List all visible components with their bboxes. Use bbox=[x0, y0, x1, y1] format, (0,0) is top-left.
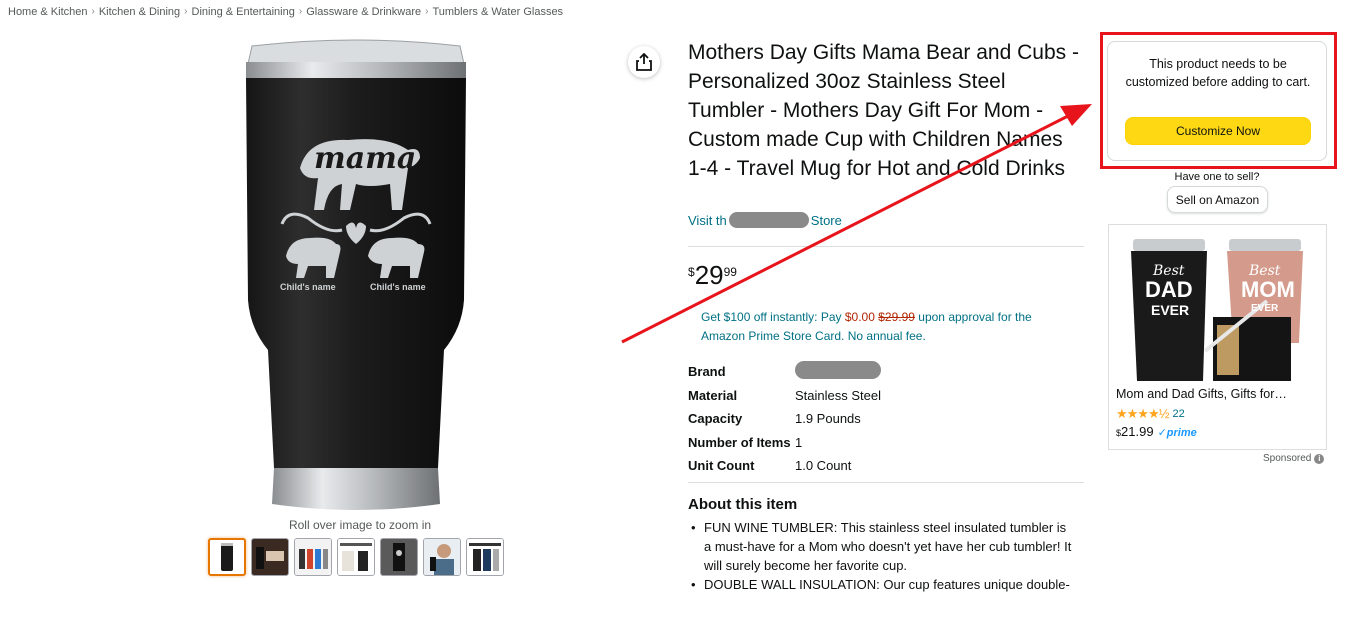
promo-strike-amount: $29.99 bbox=[878, 310, 915, 324]
breadcrumb-item[interactable]: Glassware & Drinkware bbox=[306, 6, 421, 18]
spec-key: Brand bbox=[688, 364, 726, 380]
prime-badge-icon: ✓prime bbox=[1157, 427, 1197, 439]
breadcrumb-item[interactable]: Dining & Entertaining bbox=[192, 6, 295, 18]
store-link-suffix: Store bbox=[810, 212, 842, 228]
price-symbol: $ bbox=[688, 265, 695, 279]
child-name-label: Child's name bbox=[280, 282, 336, 292]
redacted-brand bbox=[795, 361, 881, 380]
spec-key: Material bbox=[688, 387, 738, 403]
star-rating-icon: ★★★★½ bbox=[1116, 406, 1169, 421]
ad-title[interactable]: Mom and Dad Gifts, Gifts for… bbox=[1116, 387, 1321, 401]
spec-row: Unit Count 1.0 Count bbox=[688, 454, 881, 478]
thumbnail-image[interactable] bbox=[337, 538, 375, 576]
thumbnail-image[interactable] bbox=[380, 538, 418, 576]
breadcrumb-item[interactable]: Home & Kitchen bbox=[8, 6, 87, 18]
info-icon[interactable]: i bbox=[1314, 453, 1325, 464]
ad-image-text: EVER bbox=[1151, 302, 1189, 318]
main-product-image[interactable]: mama Child's name Child's name bbox=[238, 38, 474, 516]
spec-value bbox=[795, 361, 881, 382]
thumbnail-image[interactable] bbox=[251, 538, 289, 576]
spec-key: Capacity bbox=[688, 411, 743, 427]
breadcrumb-separator: › bbox=[91, 6, 95, 17]
breadcrumb-separator: › bbox=[184, 6, 188, 17]
breadcrumb-separator: › bbox=[425, 6, 429, 17]
about-list: FUN WINE TUMBLER: This stainless steel i… bbox=[688, 518, 1073, 594]
product-title: Mothers Day Gifts Mama Bear and Cubs - P… bbox=[688, 41, 1079, 180]
spec-value: Stainless Steel bbox=[795, 387, 881, 403]
about-title: About this item bbox=[688, 496, 798, 513]
spec-row: Brand bbox=[688, 360, 881, 384]
price-fraction: 99 bbox=[723, 265, 737, 279]
spec-value: 1.9 Pounds bbox=[795, 411, 861, 427]
store-link-prefix: Visit th bbox=[688, 212, 727, 228]
spec-value: 1.0 Count bbox=[795, 458, 852, 474]
breadcrumb-item[interactable]: Kitchen & Dining bbox=[99, 6, 180, 18]
breadcrumb-item[interactable]: Tumblers & Water Glasses bbox=[432, 6, 563, 18]
ad-price: $21.99 ✓prime bbox=[1116, 424, 1197, 439]
share-button[interactable] bbox=[628, 46, 660, 78]
thumbnail-image[interactable] bbox=[294, 538, 332, 576]
promo-text: Get $100 off instantly: Pay bbox=[701, 310, 845, 324]
ad-image-text: DAD bbox=[1145, 277, 1193, 302]
redacted-store-name bbox=[728, 212, 809, 228]
highlight-annotation-box bbox=[1100, 32, 1337, 169]
tumbler-engraving-text: mama bbox=[314, 141, 416, 176]
thumbnail-image[interactable] bbox=[208, 538, 246, 576]
spec-row: Capacity 1.9 Pounds bbox=[688, 407, 881, 431]
store-link[interactable]: Visit th Store bbox=[688, 212, 842, 228]
divider bbox=[688, 482, 1084, 483]
sponsored-label[interactable]: Sponsored i bbox=[1263, 453, 1325, 464]
sponsored-ad-card[interactable]: Best DAD EVER Best MOM EVER Mom and Dad … bbox=[1108, 224, 1327, 450]
ad-price-value: 21.99 bbox=[1121, 424, 1154, 439]
sell-label: Have one to sell? bbox=[1174, 171, 1260, 183]
spec-value: 1 bbox=[795, 434, 803, 450]
spec-row: Number of Items 1 bbox=[688, 431, 881, 455]
spec-key: Number of Items bbox=[688, 434, 791, 450]
thumbnail-image[interactable] bbox=[466, 538, 504, 576]
sell-on-amazon-button[interactable]: Sell on Amazon bbox=[1167, 186, 1268, 213]
ad-rating[interactable]: ★★★★½ 22 bbox=[1116, 406, 1185, 422]
product-specs: Brand Material Stainless Steel Capacity … bbox=[688, 360, 881, 478]
share-icon bbox=[636, 53, 652, 71]
thumbnail-strip bbox=[208, 538, 504, 576]
breadcrumb-separator: › bbox=[298, 6, 303, 17]
spec-key: Unit Count bbox=[688, 458, 755, 474]
spec-row: Material Stainless Steel bbox=[688, 384, 881, 408]
promo-pay-amount: $0.00 bbox=[844, 310, 875, 324]
price: $ 29 99 bbox=[688, 262, 737, 288]
sponsored-text: Sponsored bbox=[1263, 453, 1312, 464]
child-name-label: Child's name bbox=[370, 282, 426, 292]
thumbnail-image[interactable] bbox=[423, 538, 461, 576]
ad-product-image[interactable]: Best DAD EVER Best MOM EVER bbox=[1117, 231, 1321, 385]
divider bbox=[688, 246, 1084, 247]
ad-image-text: MOM bbox=[1241, 277, 1295, 302]
card-promo[interactable]: Get $100 off instantly: Pay $0.00 $29.99… bbox=[701, 308, 1071, 346]
rating-count: 22 bbox=[1172, 408, 1185, 420]
about-item: FUN WINE TUMBLER: This stainless steel i… bbox=[688, 518, 1073, 575]
ad-image-text: EVER bbox=[1251, 303, 1279, 314]
price-whole: 29 bbox=[694, 260, 724, 290]
about-item: DOUBLE WALL INSULATION: Our cup features… bbox=[688, 575, 1073, 594]
breadcrumb: Home & Kitchen › Kitchen & Dining › Dini… bbox=[8, 6, 563, 18]
zoom-hint: Roll over image to zoom in bbox=[288, 518, 432, 532]
